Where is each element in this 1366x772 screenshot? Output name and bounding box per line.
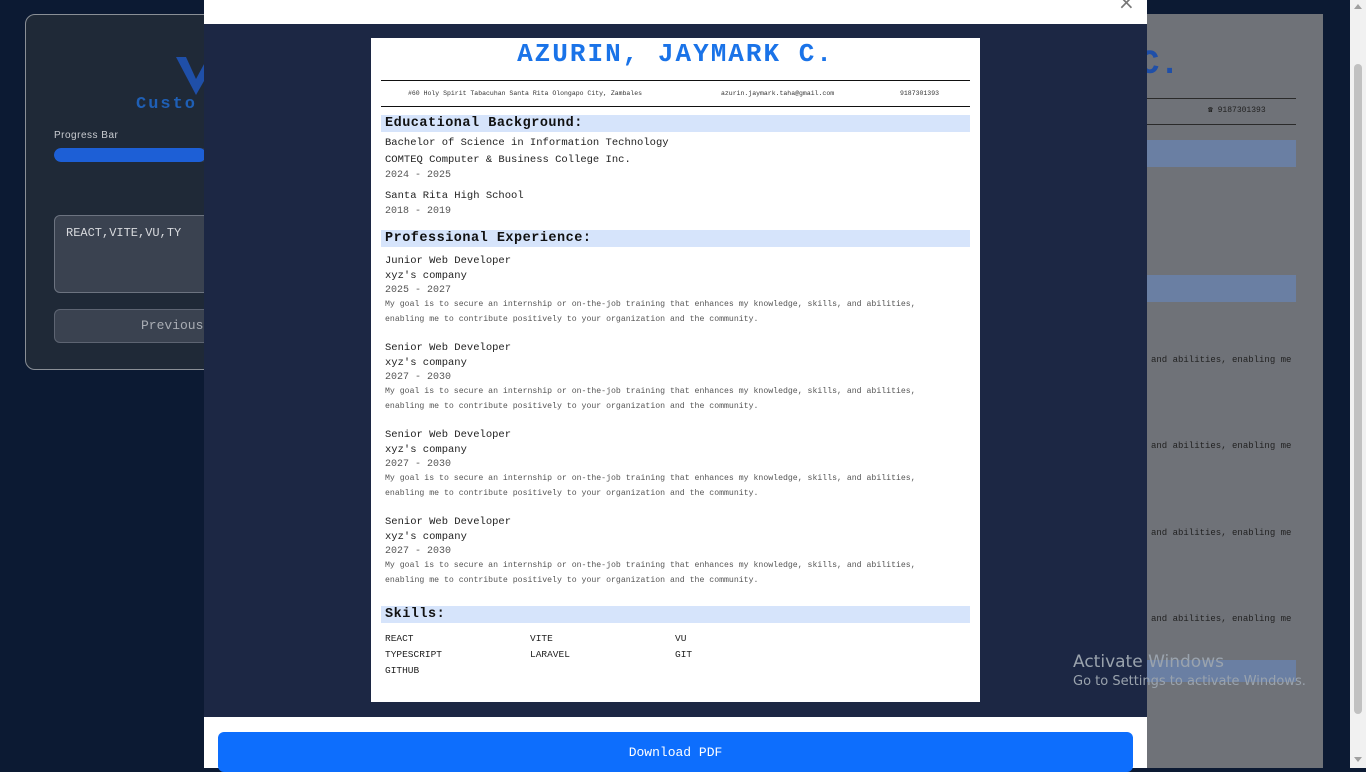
windows-activation-watermark: Activate Windows Go to Settings to activ…: [1073, 652, 1306, 689]
education-degree: Bachelor of Science in Information Techn…: [385, 137, 669, 149]
skill-item: LARAVEL: [530, 649, 570, 660]
education-school: COMTEQ Computer & Business College Inc.: [385, 154, 631, 166]
job-description: My goal is to secure an internship or on…: [385, 561, 916, 585]
preview-section-band: [1135, 275, 1296, 302]
job-years: 2027 - 2030: [385, 546, 452, 557]
progress-fill: [54, 148, 206, 162]
scroll-thumb[interactable]: [1354, 64, 1362, 714]
job-company: xyz's company: [385, 531, 467, 543]
skill-item: VITE: [530, 633, 553, 644]
preview-rule: [1135, 124, 1296, 125]
experience-entry: Senior Web Developer xyz's company 2027 …: [381, 515, 970, 588]
contact-address: #60 Holy Spirit Tabacuhan Santa Rita Olo…: [408, 90, 643, 97]
preview-snippet: and abilities, enabling me: [1151, 614, 1292, 624]
education-entry: Santa Rita High School 2018 - 2019: [381, 189, 970, 219]
preview-snippet: and abilities, enabling me: [1151, 355, 1292, 365]
job-description: My goal is to secure an internship or on…: [385, 300, 916, 324]
job-title: Senior Web Developer: [385, 516, 512, 528]
resume-page: AZURIN, JAYMARK C. #60 Holy Spirit Tabac…: [371, 38, 980, 702]
education-years: 2018 - 2019: [385, 206, 452, 217]
experience-entry: Junior Web Developer xyz's company 2025 …: [381, 254, 970, 327]
contact-email: azurin.jaymark.taha@gmail.com: [721, 90, 835, 97]
skill-item: GITHUB: [385, 665, 420, 676]
job-company: xyz's company: [385, 357, 467, 369]
watermark-title: Activate Windows: [1073, 652, 1224, 672]
job-years: 2027 - 2030: [385, 372, 452, 383]
preview-snippet: and abilities, enabling me: [1151, 528, 1292, 538]
education-school: Santa Rita High School: [385, 190, 524, 202]
modal-body: AZURIN, JAYMARK C. #60 Holy Spirit Tabac…: [204, 24, 1147, 717]
job-years: 2027 - 2030: [385, 459, 452, 470]
experience-entry: Senior Web Developer xyz's company 2027 …: [381, 428, 970, 501]
modal-footer: Download PDF: [204, 717, 1147, 772]
watermark-subtitle: Go to Settings to activate Windows.: [1073, 674, 1306, 689]
section-heading-skills: Skills:: [381, 606, 970, 623]
download-pdf-button[interactable]: Download PDF: [218, 732, 1133, 772]
job-years: 2025 - 2027: [385, 285, 452, 296]
skill-item: GIT: [675, 649, 693, 660]
preview-snippet: and abilities, enabling me: [1151, 441, 1292, 451]
close-icon[interactable]: ×: [1118, 0, 1135, 14]
preview-rule: [1135, 98, 1296, 99]
job-company: xyz's company: [385, 270, 467, 282]
experience-entry: Senior Web Developer xyz's company 2027 …: [381, 341, 970, 414]
job-description: My goal is to secure an internship or on…: [385, 474, 916, 498]
page-scrollbar[interactable]: [1350, 0, 1366, 768]
brand-title: Custo: [136, 95, 198, 114]
education-entry: Bachelor of Science in Information Techn…: [381, 136, 970, 183]
skill-item: REACT: [385, 633, 414, 644]
preview-section-band: [1135, 140, 1296, 167]
resume-name: AZURIN, JAYMARK C.: [517, 39, 834, 69]
contact-phone: 9187301393: [900, 90, 940, 97]
preview-phone: ☎ 9187301393: [1208, 106, 1266, 115]
skills-list: REACT VITE VU TYPESCRIPT LARAVEL GIT GIT…: [381, 631, 970, 679]
job-title: Junior Web Developer: [385, 255, 512, 267]
contact-bar: #60 Holy Spirit Tabacuhan Santa Rita Olo…: [381, 80, 970, 107]
skill-item: TYPESCRIPT: [385, 649, 443, 660]
job-title: Senior Web Developer: [385, 429, 512, 441]
education-years: 2024 - 2025: [385, 170, 452, 181]
skill-item: VU: [675, 633, 687, 644]
resume-preview-modal: × AZURIN, JAYMARK C. #60 Holy Spirit Tab…: [204, 0, 1147, 772]
job-company: xyz's company: [385, 444, 467, 456]
progress-label: Progress Bar: [54, 130, 119, 141]
section-heading-experience: Professional Experience:: [381, 230, 970, 247]
job-description: My goal is to secure an internship or on…: [385, 387, 916, 411]
section-heading-education: Educational Background:: [381, 115, 970, 132]
modal-header: ×: [204, 0, 1147, 24]
scroll-down-arrow-icon[interactable]: [1354, 757, 1362, 762]
scroll-up-arrow-icon[interactable]: [1354, 4, 1362, 9]
job-title: Senior Web Developer: [385, 342, 512, 354]
